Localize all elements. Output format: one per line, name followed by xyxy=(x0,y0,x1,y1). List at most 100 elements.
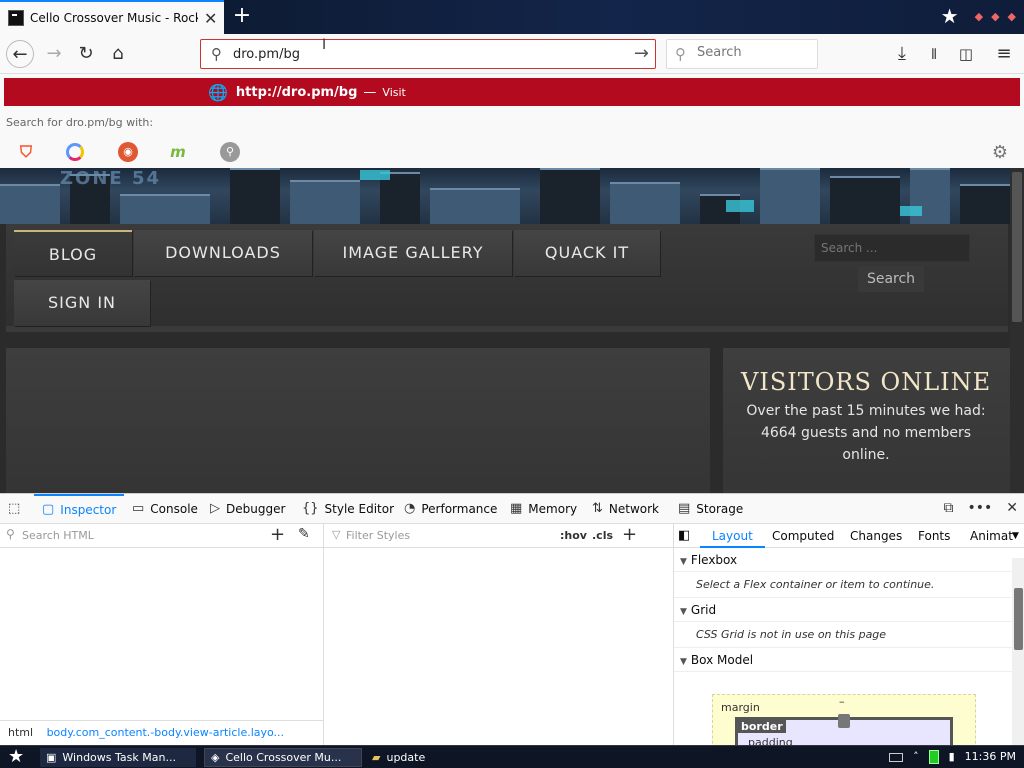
flexbox-label: Flexbox xyxy=(690,553,738,567)
console-icon: ▭ xyxy=(132,501,145,516)
devtools-actions: ⧉ ••• ✕ xyxy=(943,500,1018,516)
site-menu: BLOG DOWNLOADS IMAGE GALLERY QUACK IT SI… xyxy=(6,224,1008,332)
performance-icon: ◔ xyxy=(404,501,416,516)
developer-tools: ⬚ ▢ Inspector ▭ Console ▷ Debugger {} Style … xyxy=(0,493,1024,757)
taskbar-task-manager[interactable]: ▣ Windows Task Man... xyxy=(40,748,196,767)
network-icon: ⇅ xyxy=(592,501,603,516)
memory-icon: ▦ xyxy=(510,501,523,516)
sidebar-scrollbar-thumb[interactable] xyxy=(1014,588,1023,650)
breadcrumb-html[interactable]: html xyxy=(8,726,33,739)
search-engines-row: ⛉ ◉ m ⚲ ⚙ xyxy=(0,138,1024,166)
tab-network[interactable]: ⇅ Network xyxy=(592,494,659,524)
back-button[interactable]: ← xyxy=(6,40,34,68)
magnifier-engine-icon[interactable]: ⚲ xyxy=(220,142,240,162)
url-suggestion[interactable]: 🌐 http://dro.pm/bg — Visit xyxy=(4,78,1020,106)
site-search-button[interactable]: Search xyxy=(858,266,924,292)
tab-animations[interactable]: Animat xyxy=(970,524,1013,548)
breadcrumb-body[interactable]: body.com_content.-body.view-article.layo… xyxy=(47,726,284,739)
tabs-overflow-icon[interactable]: ▼ xyxy=(1012,524,1019,548)
eyedropper-icon[interactable]: ✎ xyxy=(298,526,310,542)
tray-arrow-icon[interactable]: ˄ xyxy=(913,746,919,768)
menu-item-quack-it[interactable]: QUACK IT xyxy=(514,230,660,276)
markup-panel: ⚲ Search HTML + ✎ html body.com_content.… xyxy=(0,524,324,746)
minimize-icon[interactable]: ◆ xyxy=(975,10,983,23)
tab-label: Storage xyxy=(696,502,744,516)
clock[interactable]: 11:36 PM xyxy=(965,746,1016,768)
star-logo-icon: ★ xyxy=(940,4,959,28)
style-editor-icon: {} xyxy=(302,501,319,516)
hov-toggle[interactable]: :hov xyxy=(560,529,587,542)
url-bar[interactable]: ⚲ → xyxy=(200,39,656,69)
sidebar-scrollbar[interactable] xyxy=(1012,558,1024,748)
box-model-section-header[interactable]: ▼ Box Model xyxy=(674,648,1014,672)
sidebar-toggle-icon[interactable]: ◧ xyxy=(678,524,690,548)
menu-button[interactable]: ≡ xyxy=(990,40,1018,68)
filter-styles-bar[interactable]: ▽ Filter Styles :hov .cls + xyxy=(324,524,674,548)
mojeek-icon[interactable]: m xyxy=(168,142,188,162)
new-tab-button[interactable]: + xyxy=(230,2,254,30)
tab-changes[interactable]: Changes xyxy=(850,524,902,548)
cls-toggle[interactable]: .cls xyxy=(592,529,613,542)
tab-console[interactable]: ▭ Console xyxy=(132,494,198,524)
brave-icon[interactable]: ⛉ xyxy=(16,142,36,162)
menu-item-image-gallery[interactable]: IMAGE GALLERY xyxy=(314,230,512,276)
site-logo[interactable]: ZONE 54 xyxy=(60,168,161,189)
tab-strip: Cello Crossover Music - Rock and R ✕ + ★… xyxy=(0,0,1024,34)
maximize-icon[interactable]: ◆ xyxy=(991,10,999,23)
tab-memory[interactable]: ▦ Memory xyxy=(510,494,577,524)
tab-storage[interactable]: ▤ Storage xyxy=(678,494,743,524)
forward-button[interactable]: → xyxy=(40,40,68,68)
browser-tab[interactable]: Cello Crossover Music - Rock and R ✕ xyxy=(0,0,224,34)
tab-inspector[interactable]: ▢ Inspector xyxy=(34,494,125,524)
storage-icon: ▤ xyxy=(678,501,691,516)
qwant-icon[interactable] xyxy=(66,143,84,161)
add-node-icon[interactable]: + xyxy=(270,524,285,545)
grid-label: Grid xyxy=(690,603,717,617)
grid-section-header[interactable]: ▼ Grid xyxy=(674,598,1014,622)
site-search-input[interactable] xyxy=(814,234,970,262)
site-favicon-icon xyxy=(8,10,24,26)
close-devtools-icon[interactable]: ✕ xyxy=(1006,500,1018,516)
tab-style-editor[interactable]: {} Style Editor xyxy=(302,494,394,524)
duckduckgo-icon[interactable]: ◉ xyxy=(118,142,138,162)
url-input[interactable] xyxy=(233,44,613,64)
element-picker-button[interactable]: ⬚ xyxy=(8,494,20,524)
downloads-button[interactable]: ⤓ xyxy=(888,40,916,68)
reload-button[interactable]: ↻ xyxy=(72,40,100,68)
keyboard-icon[interactable] xyxy=(889,752,904,762)
border-value[interactable] xyxy=(838,714,850,728)
go-arrow-icon[interactable]: → xyxy=(634,43,649,64)
menu-item-blog[interactable]: BLOG xyxy=(14,230,132,276)
sidebar-button[interactable]: ◫ xyxy=(952,40,980,68)
page-scrollbar-thumb[interactable] xyxy=(1012,172,1022,322)
add-rule-icon[interactable]: + xyxy=(622,524,637,545)
taskbar-browser[interactable]: ◈ Cello Crossover Mu... xyxy=(204,748,362,767)
tab-performance[interactable]: ◔ Performance xyxy=(404,494,497,524)
volume-icon[interactable]: ▮ xyxy=(949,746,955,768)
task-label: Cello Crossover Mu... xyxy=(225,751,342,764)
search-bar[interactable]: ⚲ xyxy=(666,39,818,69)
start-menu-star-icon[interactable]: ★ xyxy=(8,746,24,768)
tab-debugger[interactable]: ▷ Debugger xyxy=(210,494,285,524)
close-tab-icon[interactable]: ✕ xyxy=(204,9,217,28)
search-settings-gear-icon[interactable]: ⚙ xyxy=(992,142,1008,163)
search-input[interactable] xyxy=(697,45,807,60)
search-html-placeholder: Search HTML xyxy=(22,529,94,542)
tab-computed[interactable]: Computed xyxy=(772,524,834,548)
tab-layout[interactable]: Layout xyxy=(700,524,765,548)
more-options-icon[interactable]: ••• xyxy=(967,500,992,516)
battery-icon[interactable] xyxy=(928,750,939,764)
menu-item-sign-in[interactable]: SIGN IN xyxy=(14,280,150,326)
search-html-bar[interactable]: ⚲ Search HTML + ✎ xyxy=(0,524,324,548)
tab-fonts[interactable]: Fonts xyxy=(918,524,950,548)
element-picker-icon: ⬚ xyxy=(8,501,21,516)
menu-item-downloads[interactable]: DOWNLOADS xyxy=(134,230,312,276)
library-button[interactable]: 𝍪 xyxy=(920,40,948,68)
close-window-icon[interactable]: ◆ xyxy=(1008,10,1016,23)
flexbox-section-header[interactable]: ▼ Flexbox xyxy=(674,548,1014,572)
margin-value[interactable]: – xyxy=(839,695,845,708)
home-button[interactable]: ⌂ xyxy=(104,40,132,68)
taskbar-update-folder[interactable]: ▰ update xyxy=(366,748,486,767)
visitors-online-title: VISITORS ONLINE xyxy=(741,368,992,396)
dock-toggle-icon[interactable]: ⧉ xyxy=(943,500,953,516)
